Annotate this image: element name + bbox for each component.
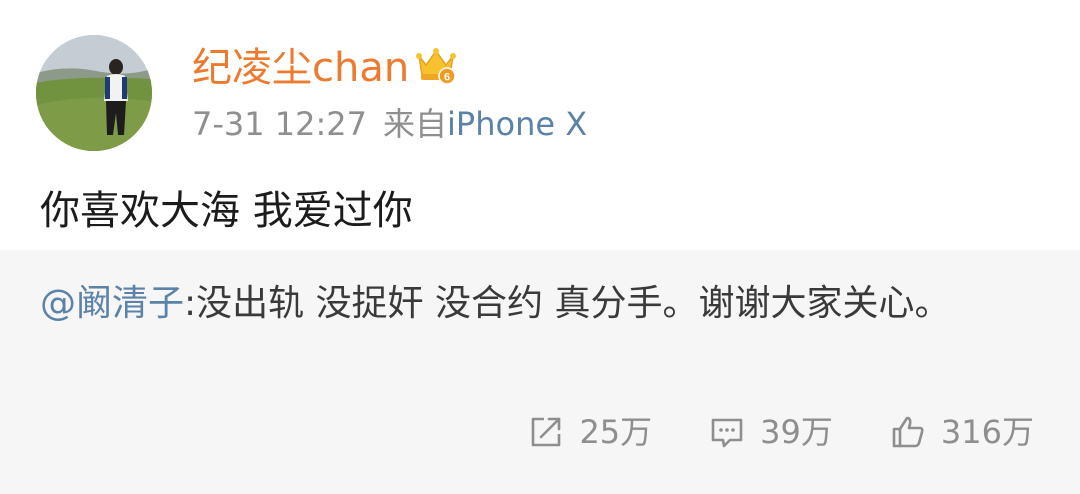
comment-count: 39万 xyxy=(760,413,833,451)
share-icon xyxy=(532,417,561,447)
source-prefix: 来自 xyxy=(383,105,448,143)
action-bar: 25万 39万 316万 xyxy=(471,408,1034,456)
avatar[interactable] xyxy=(36,35,152,151)
avatar-photo xyxy=(36,35,152,151)
thumbs-up-icon xyxy=(892,416,924,448)
share-button[interactable]: 25万 xyxy=(527,412,652,452)
comment-button[interactable]: 39万 xyxy=(708,412,833,452)
repost-text: :没出轨 没捉奸 没合约 真分手。谢谢大家关心。 xyxy=(184,283,951,324)
mention-link[interactable]: @阚清子 xyxy=(40,283,184,324)
like-count: 316万 xyxy=(940,413,1034,451)
post-time: 7-31 12:27 xyxy=(192,105,368,143)
repost-text-container: @阚清子:没出轨 没捉奸 没合约 真分手。谢谢大家关心。 xyxy=(40,274,1000,334)
share-count: 25万 xyxy=(579,413,653,451)
post-meta: 7-31 12:27 来自iPhone X xyxy=(192,104,587,144)
comment-icon xyxy=(711,418,743,448)
repost-block[interactable]: @阚清子:没出轨 没捉奸 没合约 真分手。谢谢大家关心。 25万 39万 316… xyxy=(0,250,1080,494)
like-button[interactable]: 316万 xyxy=(889,412,1034,452)
crown-vip-badge-icon[interactable]: 6 xyxy=(415,44,457,86)
author-name[interactable]: 纪凌尘chan xyxy=(192,44,409,92)
weibo-post-card: 纪凌尘chan 6 7-31 12:27 来自iPhone X 你喜欢大海 我爱过… xyxy=(0,0,1080,494)
source-device-link[interactable]: iPhone X xyxy=(447,105,587,143)
svg-text:6: 6 xyxy=(444,72,450,84)
post-text: 你喜欢大海 我爱过你 xyxy=(40,188,413,234)
